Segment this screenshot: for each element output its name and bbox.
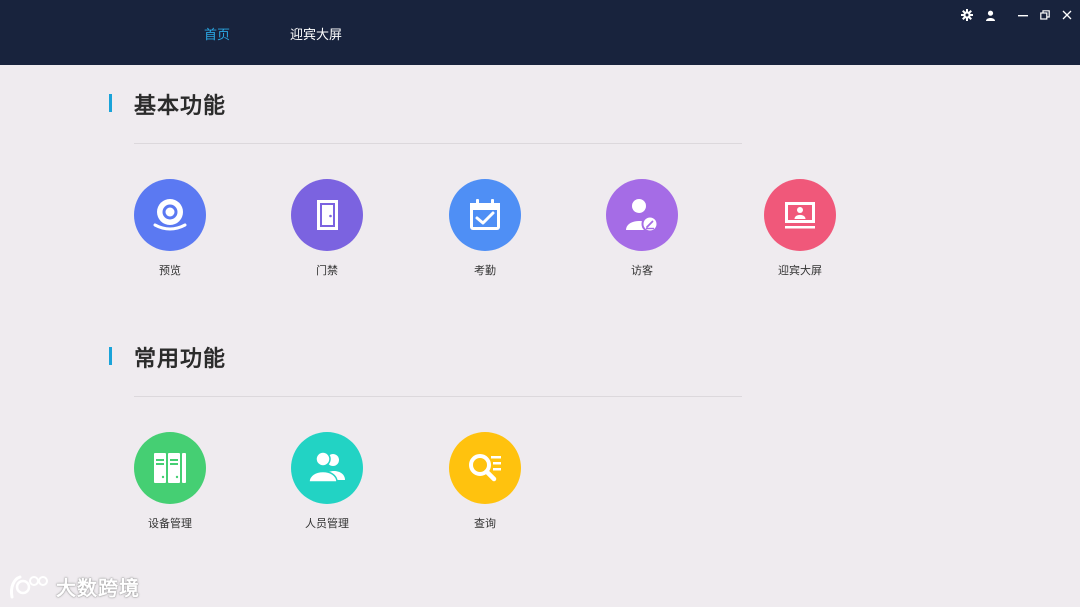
tile-label: 人员管理 [305, 517, 349, 530]
tile-people-management[interactable]: 人员管理 [267, 432, 387, 531]
visitor-icon [606, 179, 678, 251]
watermark: 大数跨境 [8, 572, 140, 601]
tile-access-control[interactable]: 门禁 [267, 179, 387, 278]
search-list-icon [449, 432, 521, 504]
section-marker [109, 94, 112, 112]
calendar-check-icon [449, 179, 521, 251]
section-title-basic: 基本功能 [134, 94, 227, 119]
tile-label: 设备管理 [148, 517, 192, 530]
top-bar: 首页 迎宾大屏 [0, 0, 1080, 65]
close-icon[interactable] [1059, 7, 1075, 23]
tile-preview[interactable]: 预览 [110, 179, 230, 278]
watermark-logo-icon [10, 575, 48, 598]
tile-attendance[interactable]: 考勤 [425, 179, 545, 278]
section-divider [134, 143, 742, 144]
tile-label: 预览 [159, 264, 181, 277]
tile-query[interactable]: 查询 [425, 432, 545, 531]
tab-welcome-screen[interactable]: 迎宾大屏 [290, 24, 342, 43]
user-icon[interactable] [982, 7, 998, 23]
door-icon [291, 179, 363, 251]
tile-welcome-screen[interactable]: 迎宾大屏 [740, 179, 860, 278]
welcome-screen-icon [764, 179, 836, 251]
watermark-text: 大数跨境 [56, 576, 140, 600]
section-divider [134, 396, 742, 397]
device-icon [134, 432, 206, 504]
section-marker [109, 347, 112, 365]
tile-device-management[interactable]: 设备管理 [110, 432, 230, 531]
tile-label: 访客 [631, 264, 653, 277]
minimize-icon[interactable] [1015, 7, 1031, 23]
section-title-common: 常用功能 [134, 347, 227, 372]
tile-label: 查询 [474, 517, 496, 530]
tile-label: 考勤 [474, 264, 496, 277]
camera-icon [134, 179, 206, 251]
people-icon [291, 432, 363, 504]
tab-home[interactable]: 首页 [204, 24, 230, 43]
gear-icon[interactable] [959, 7, 975, 23]
tile-label: 迎宾大屏 [778, 264, 822, 277]
tile-visitor[interactable]: 访客 [582, 179, 702, 278]
restore-icon[interactable] [1037, 7, 1053, 23]
tile-label: 门禁 [316, 264, 338, 277]
